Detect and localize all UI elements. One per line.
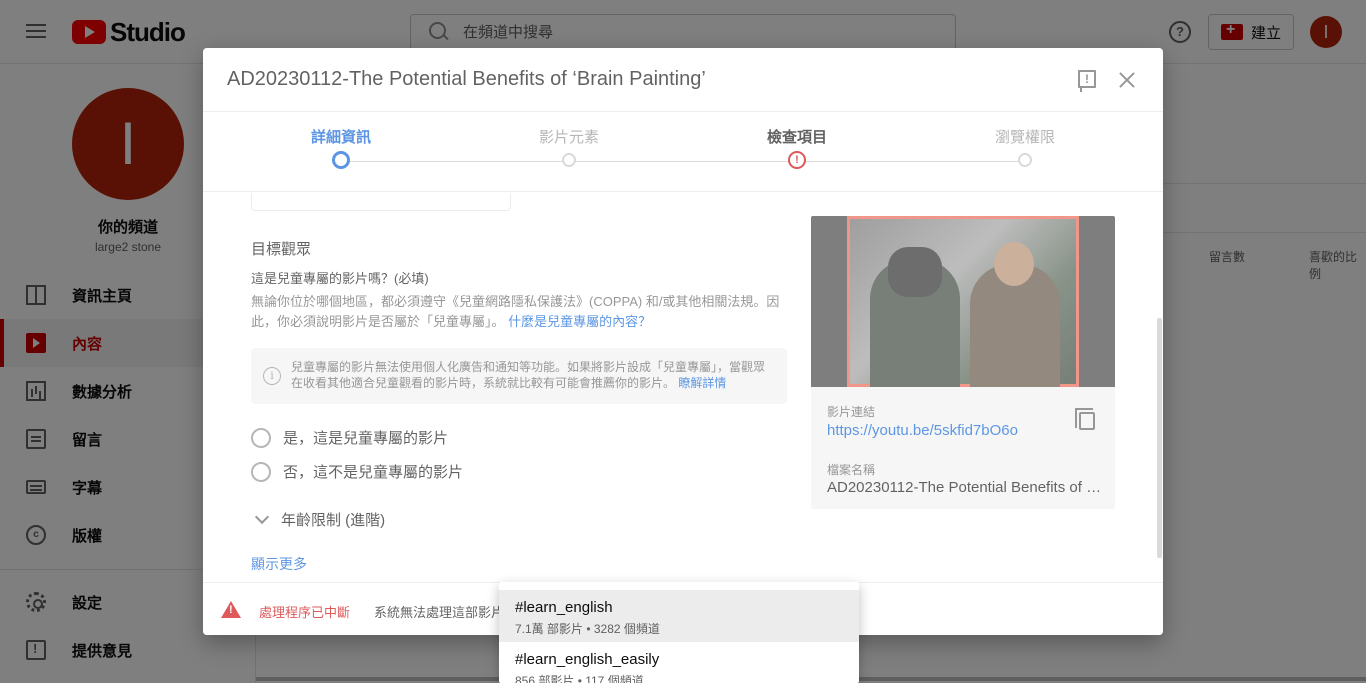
hashtag-name: #learn_english [515, 599, 613, 616]
radio-label: 是，這是兒童專屬的影片 [283, 430, 449, 447]
learn-more-link[interactable]: 瞭解詳情 [678, 376, 726, 390]
chevron-down-icon [254, 509, 270, 524]
step-label: 檢查項目 [766, 129, 827, 146]
thumbnail-image [847, 216, 1079, 387]
made-for-kids-link[interactable]: 什麼是兒童專屬的內容？ [508, 314, 651, 329]
hashtag-name: #learn_english_easily [515, 651, 660, 668]
thumbnail-person [870, 247, 960, 387]
step-video-elements[interactable]: 影片元素 [489, 126, 649, 167]
hashtag-suggestion-item[interactable]: #learn_english 7.1萬 部影片 • 3282 個頻道 [499, 590, 859, 642]
info-box: i 兒童專屬的影片無法使用個人化廣告和通知等功能。如果將影片設成「兒童專屬」，當… [251, 348, 787, 404]
copy-icon[interactable] [1075, 408, 1095, 430]
video-thumbnail[interactable] [811, 216, 1115, 387]
info-text: 兒童專屬的影片無法使用個人化廣告和通知等功能。如果將影片設成「兒童專屬」，當觀眾… [291, 359, 771, 391]
age-restriction-toggle[interactable]: 年齡限制 (進階) [251, 509, 385, 530]
dialog-body: 目標觀眾 這是兒童專屬的影片嗎？(必填) 無論你位於哪個地區，都必須遵守《兒童網… [203, 193, 1163, 582]
processing-message: 系統無法處理這部影片 [374, 605, 505, 620]
video-preview-card: 影片連結 https://youtu.be/5skfid7bO6o 檔案名稱 A… [811, 216, 1115, 509]
step-dot [1018, 153, 1032, 167]
radio-button[interactable] [251, 461, 271, 482]
warning-icon: ! [788, 151, 806, 169]
dialog-scrollbar[interactable] [1157, 318, 1162, 558]
dialog-header: AD20230112-The Potential Benefits of ‘Br… [203, 48, 1163, 112]
step-label: 詳細資訊 [310, 129, 371, 146]
hashtag-suggestion-item[interactable]: #learn_english_easily 856 部影片 • 117 個頻道 [499, 642, 859, 683]
step-current-dot [332, 151, 350, 169]
radio-label: 否，這不是兒童專屬的影片 [283, 464, 464, 481]
thumbnail-person [970, 242, 1060, 387]
hashtag-suggestions: #learn_english 7.1萬 部影片 • 3282 個頻道 #lear… [499, 582, 859, 683]
show-more-button[interactable]: 顯示更多 [251, 554, 307, 574]
report-issue-icon[interactable]: ! [1078, 70, 1096, 92]
radio-made-for-kids-no[interactable]: 否，這不是兒童專屬的影片 [251, 461, 463, 482]
step-details[interactable]: 詳細資訊 [261, 126, 421, 169]
close-icon[interactable] [1117, 70, 1137, 90]
upload-stepper: 詳細資訊 影片元素 檢查項目 ! 瀏覽權限 [203, 112, 1163, 192]
processing-status: 處理程序已中斷 [259, 605, 351, 620]
hashtag-stats: 7.1萬 部影片 • 3282 個頻道 [515, 622, 660, 636]
step-label: 瀏覽權限 [994, 129, 1055, 146]
age-restriction-label: 年齡限制 (進階) [281, 512, 386, 529]
audience-question: 這是兒童專屬的影片嗎？(必填) [251, 271, 429, 286]
file-name: AD20230112-The Potential Benefits of ‘Br… [827, 479, 1103, 496]
playlist-select[interactable] [251, 193, 511, 211]
step-label: 影片元素 [538, 129, 599, 146]
file-name-label: 檔案名稱 [827, 463, 876, 477]
stepper-line [341, 161, 1025, 162]
step-dot [562, 153, 576, 167]
video-link-label: 影片連結 [827, 405, 876, 419]
step-checks[interactable]: 檢查項目 ! [717, 126, 877, 169]
info-icon: i [263, 367, 281, 385]
audience-description: 無論你位於哪個地區，都必須遵守《兒童網路隱私保護法》(COPPA) 和/或其他相… [251, 292, 791, 332]
radio-made-for-kids-yes[interactable]: 是，這是兒童專屬的影片 [251, 427, 448, 448]
hashtag-stats: 856 部影片 • 117 個頻道 [515, 674, 644, 683]
warning-icon [221, 601, 241, 618]
video-link[interactable]: https://youtu.be/5skfid7bO6o [827, 422, 1018, 439]
step-visibility[interactable]: 瀏覽權限 [945, 126, 1105, 167]
video-details-dialog: AD20230112-The Potential Benefits of ‘Br… [203, 48, 1163, 635]
audience-title: 目標觀眾 [251, 241, 312, 258]
dialog-title: AD20230112-The Potential Benefits of ‘Br… [227, 68, 706, 90]
radio-button[interactable] [251, 427, 271, 448]
